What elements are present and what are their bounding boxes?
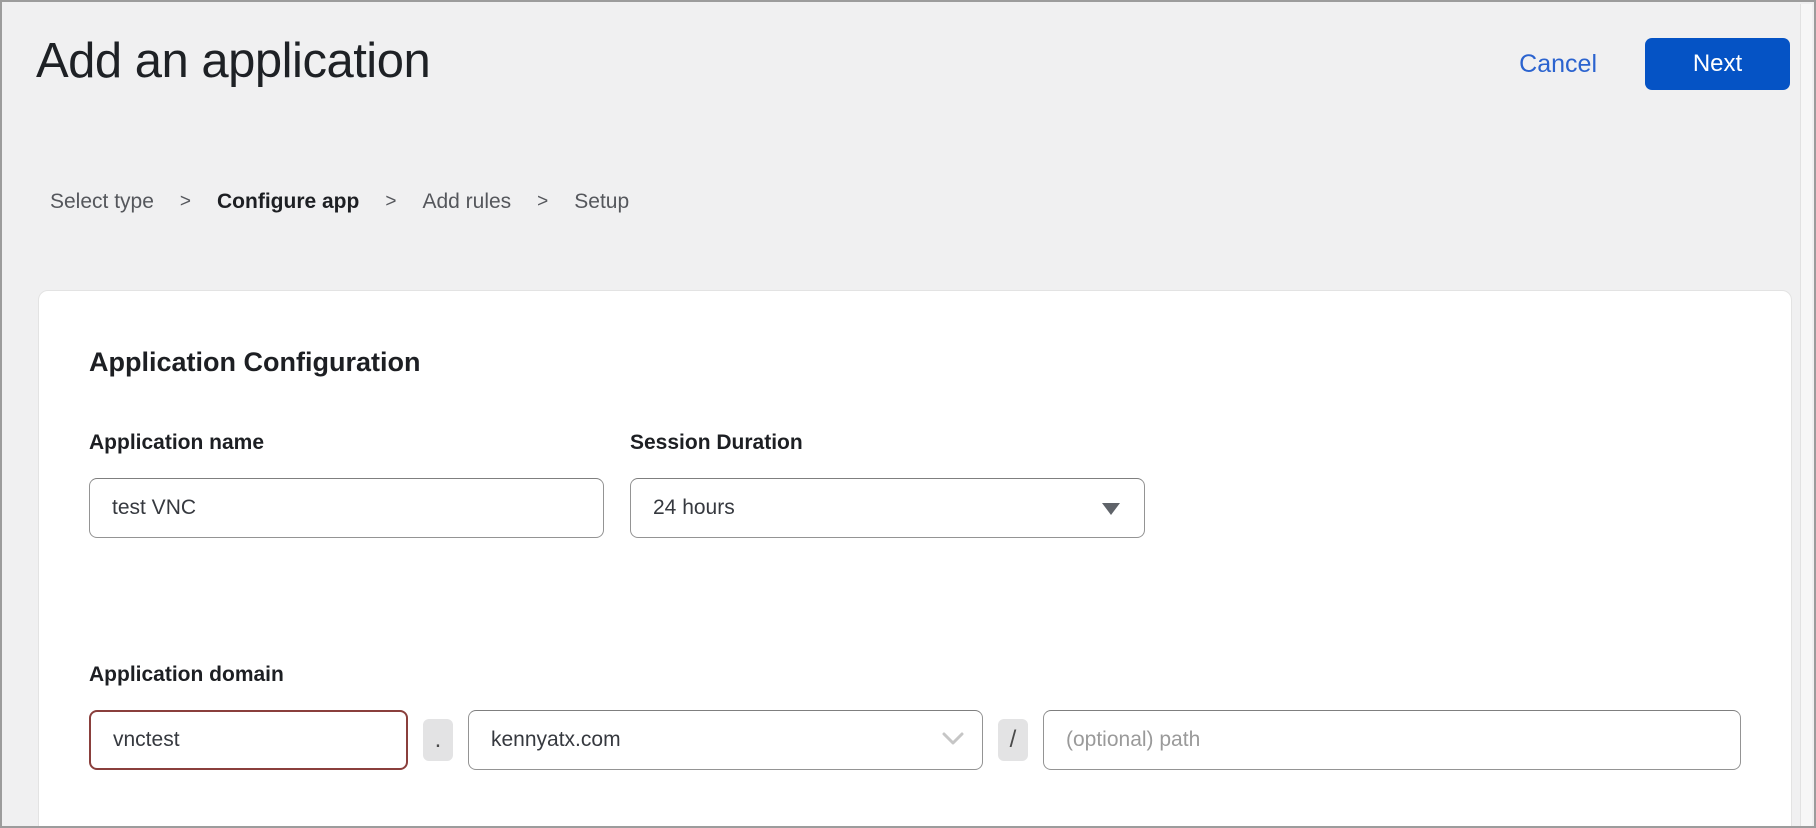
breadcrumb-step-configure-app[interactable]: Configure app (217, 190, 359, 214)
breadcrumb: Select type > Configure app > Add rules … (50, 190, 1814, 214)
page-header: Add an application Cancel Next (2, 2, 1814, 90)
header-actions: Cancel Next (1519, 38, 1790, 90)
breadcrumb-step-add-rules[interactable]: Add rules (422, 190, 511, 214)
breadcrumb-separator: > (537, 191, 548, 213)
dot-separator: . (423, 719, 453, 761)
breadcrumb-step-setup[interactable]: Setup (574, 190, 629, 214)
application-configuration-card: Application Configuration Application na… (38, 290, 1792, 828)
session-duration-value: 24 hours (653, 496, 735, 520)
application-domain-label: Application domain (89, 662, 1741, 688)
next-button[interactable]: Next (1645, 38, 1790, 90)
cancel-button[interactable]: Cancel (1519, 50, 1597, 79)
subdomain-input[interactable] (89, 710, 408, 770)
name-duration-row: Application name Session Duration 24 hou… (89, 430, 1741, 538)
session-duration-label: Session Duration (630, 430, 1145, 456)
session-duration-field: Session Duration 24 hours (630, 430, 1145, 538)
caret-down-icon (1102, 503, 1120, 515)
application-name-input[interactable] (89, 478, 604, 538)
application-name-label: Application name (89, 430, 604, 456)
session-duration-select[interactable]: 24 hours (630, 478, 1145, 538)
card-heading: Application Configuration (89, 347, 1741, 378)
domain-select-value: kennyatx.com (491, 728, 621, 752)
path-input[interactable] (1043, 710, 1741, 770)
breadcrumb-separator: > (180, 191, 191, 213)
breadcrumb-step-select-type[interactable]: Select type (50, 190, 154, 214)
domain-select[interactable]: kennyatx.com (468, 710, 983, 770)
slash-separator: / (998, 719, 1028, 761)
application-name-field: Application name (89, 430, 604, 538)
application-domain-row: . kennyatx.com / (89, 710, 1741, 770)
page-title: Add an application (36, 32, 430, 90)
breadcrumb-separator: > (385, 191, 396, 213)
chevron-down-icon (942, 728, 964, 752)
vertical-scrollbar[interactable] (1800, 4, 1812, 828)
application-domain-section: Application domain . kennyatx.com / (89, 662, 1741, 770)
add-application-page: Add an application Cancel Next Select ty… (0, 0, 1816, 828)
